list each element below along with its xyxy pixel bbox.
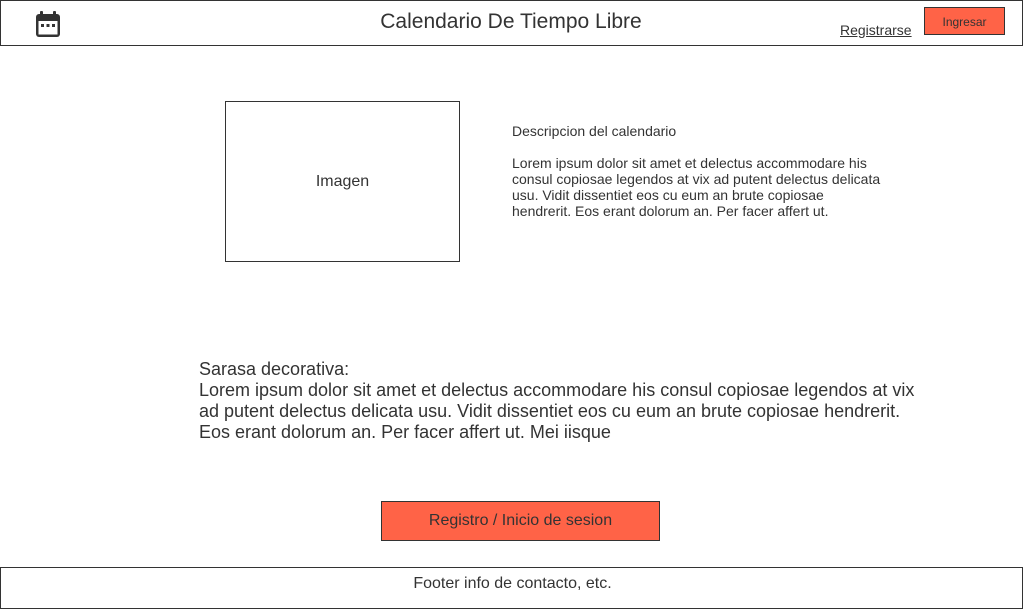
register-login-button[interactable]: Registro / Inicio de sesion bbox=[381, 501, 660, 541]
app-header: Calendario De Tiempo Libre Registrarse I… bbox=[0, 0, 1023, 46]
image-placeholder: Imagen bbox=[225, 101, 460, 262]
app-footer: Footer info de contacto, etc. bbox=[0, 567, 1023, 609]
description-body: Lorem ipsum dolor sit amet et delectus a… bbox=[512, 155, 881, 219]
decorative-body: Lorem ipsum dolor sit amet et delectus a… bbox=[199, 380, 915, 442]
register-link[interactable]: Registrarse bbox=[840, 22, 912, 38]
login-button[interactable]: Ingresar bbox=[924, 7, 1005, 35]
image-placeholder-label: Imagen bbox=[315, 172, 370, 190]
description-title: Descripcion del calendario bbox=[512, 123, 677, 139]
decorative-heading: Sarasa decorativa: bbox=[199, 359, 350, 379]
decorative-section: Sarasa decorativa: Lorem ipsum dolor sit… bbox=[199, 359, 919, 443]
footer-text: Footer info de contacto, etc. bbox=[413, 575, 612, 592]
